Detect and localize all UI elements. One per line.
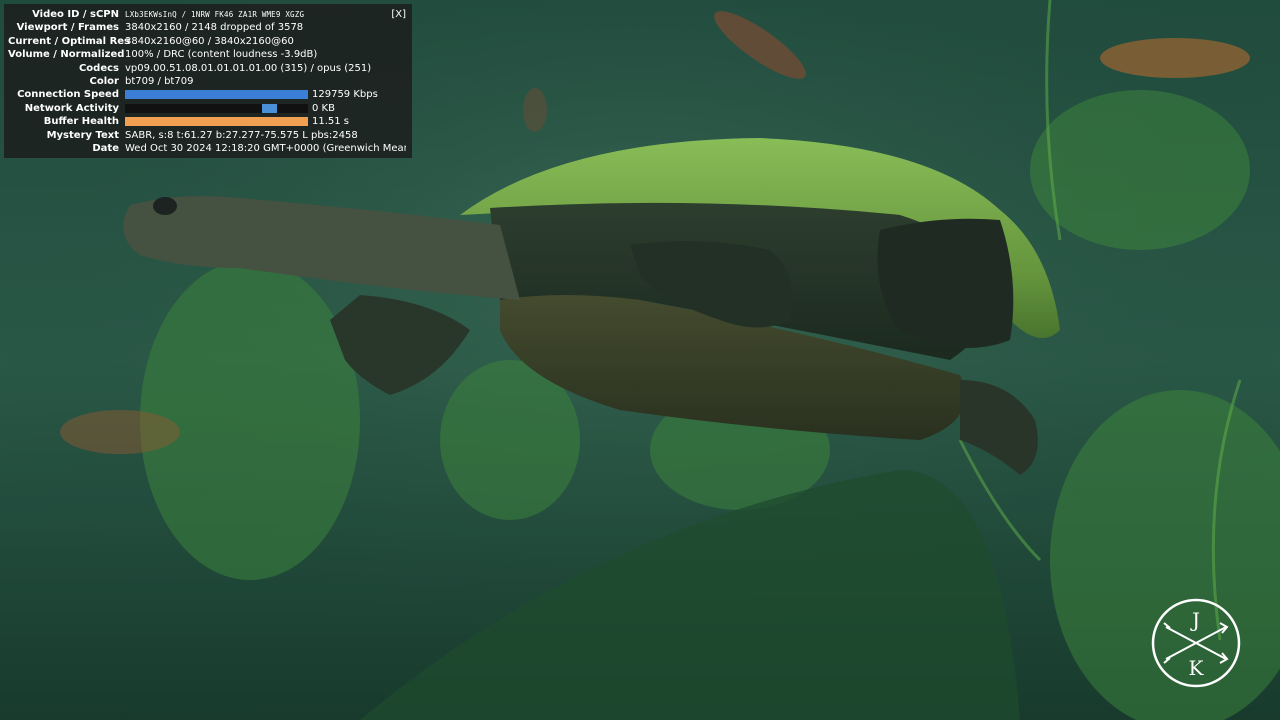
stat-label: Network Activity	[24, 102, 119, 114]
stats-for-nerds-panel: [X] Video ID / sCPN LXb3EKWsInQ / 1NRW F…	[4, 4, 412, 158]
stat-label: Date	[92, 142, 119, 154]
stat-row-volume: Volume / Normalized 100% / DRC (content …	[8, 48, 406, 61]
buffer-health-graph	[125, 117, 308, 127]
stat-label: Buffer Health	[43, 116, 119, 128]
stat-row-connection-speed: Connection Speed 129759 Kbps	[8, 88, 406, 101]
network-activity-graph	[125, 103, 308, 113]
stat-value: SABR, s:8 t:61.27 b:27.277-75.575 L pbs:…	[125, 129, 358, 141]
stat-value: 0 KB	[312, 102, 335, 114]
stat-label: Codecs	[78, 62, 119, 74]
stat-value: Wed Oct 30 2024 12:18:20 GMT+0000 (Green…	[125, 142, 406, 154]
stat-value: 11.51 s	[312, 116, 350, 128]
stat-row-mystery-text: Mystery Text SABR, s:8 t:61.27 b:27.277-…	[8, 129, 406, 142]
stat-value: 3840x2160@60 / 3840x2160@60	[125, 35, 294, 47]
channel-watermark-logo: J K	[1151, 598, 1241, 688]
stat-label: Color	[89, 75, 119, 87]
stat-value: LXb3EKWsInQ / 1NRW FK46 ZA1R WME9 XGZG	[125, 10, 305, 19]
stat-label: Mystery Text	[46, 129, 119, 141]
stat-row-codecs: Codecs vp09.00.51.08.01.01.01.01.00 (315…	[8, 62, 406, 75]
stat-row-video-id: Video ID / sCPN LXb3EKWsInQ / 1NRW FK46 …	[8, 8, 406, 21]
stat-label: Video ID / sCPN	[32, 9, 119, 20]
video-player[interactable]: [X] Video ID / sCPN LXb3EKWsInQ / 1NRW F…	[0, 0, 1280, 720]
stat-label: Viewport / Frames	[16, 22, 119, 34]
stat-row-color: Color bt709 / bt709	[8, 75, 406, 88]
stat-row-buffer-health: Buffer Health 11.51 s	[8, 115, 406, 128]
stat-value: vp09.00.51.08.01.01.01.01.00 (315) / opu…	[125, 62, 372, 74]
logo-letter-bottom: K	[1189, 656, 1205, 680]
stat-label: Volume / Normalized	[8, 49, 125, 61]
connection-speed-graph	[125, 90, 308, 100]
stat-row-resolution: Current / Optimal Res 3840x2160@60 / 384…	[8, 35, 406, 48]
stat-row-viewport: Viewport / Frames 3840x2160 / 2148 dropp…	[8, 21, 406, 34]
stat-value: bt709 / bt709	[125, 75, 194, 87]
stat-value: 129759 Kbps	[312, 89, 378, 101]
stat-label: Current / Optimal Res	[8, 35, 130, 47]
stat-value: 100% / DRC (content loudness -3.9dB)	[125, 49, 318, 61]
stat-label: Connection Speed	[17, 89, 119, 101]
close-stats-button[interactable]: [X]	[391, 9, 406, 20]
logo-letter-top: J	[1190, 608, 1200, 632]
stat-row-network-activity: Network Activity 0 KB	[8, 102, 406, 115]
stat-value: 3840x2160 / 2148 dropped of 3578	[125, 22, 304, 34]
stat-row-date: Date Wed Oct 30 2024 12:18:20 GMT+0000 (…	[8, 142, 406, 155]
